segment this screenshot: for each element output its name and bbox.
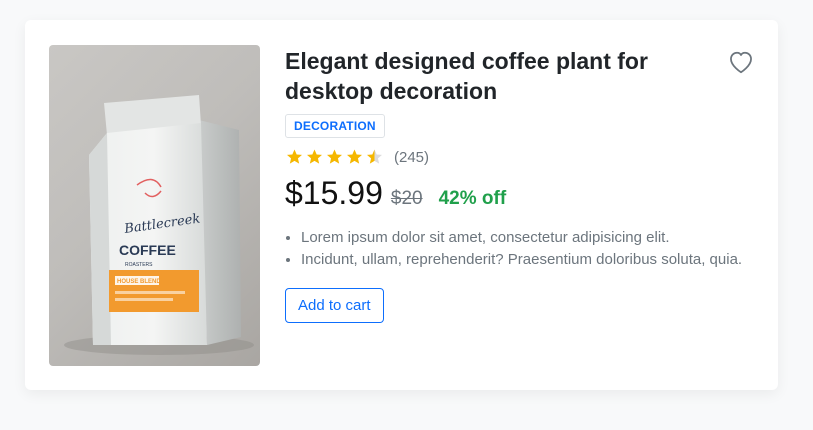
star-icon (307, 149, 322, 164)
rating: (245) (285, 147, 755, 167)
coffee-bag-illustration: Battlecreek COFFEE ROASTERS HOUSE BLEND (64, 95, 254, 355)
product-details: Elegant designed coffee plant for deskto… (285, 46, 755, 323)
favorite-button[interactable] (725, 48, 757, 74)
add-to-cart-button[interactable]: Add to cart (285, 288, 384, 323)
product-title[interactable]: Elegant designed coffee plant for deskto… (285, 46, 705, 106)
star-half-icon (367, 149, 382, 164)
feature-list: Lorem ipsum dolor sit amet, consectetur … (285, 227, 771, 271)
star-icon (287, 149, 302, 164)
heart-outline-icon (730, 51, 752, 74)
discount-badge: 42% off (438, 188, 507, 209)
brand-subtitle: ROASTERS (125, 262, 153, 268)
product-card: Battlecreek COFFEE ROASTERS HOUSE BLEND … (25, 20, 778, 390)
product-image[interactable]: Battlecreek COFFEE ROASTERS HOUSE BLEND (49, 45, 260, 366)
star-icon (327, 149, 342, 164)
brand-name: COFFEE (119, 242, 176, 258)
list-item: Lorem ipsum dolor sit amet, consectetur … (301, 227, 771, 249)
original-price: $20 (390, 188, 423, 209)
list-item: Incidunt, ullam, reprehenderit? Praesent… (301, 249, 771, 271)
category-tag: DECORATION (285, 114, 385, 138)
star-icon (347, 149, 362, 164)
rating-stars (285, 148, 384, 166)
price-row: $15.99 $20 42% off (285, 175, 755, 215)
current-price: $15.99 (285, 175, 383, 211)
review-count: (245) (394, 148, 430, 166)
blend-label: HOUSE BLEND (117, 279, 161, 285)
